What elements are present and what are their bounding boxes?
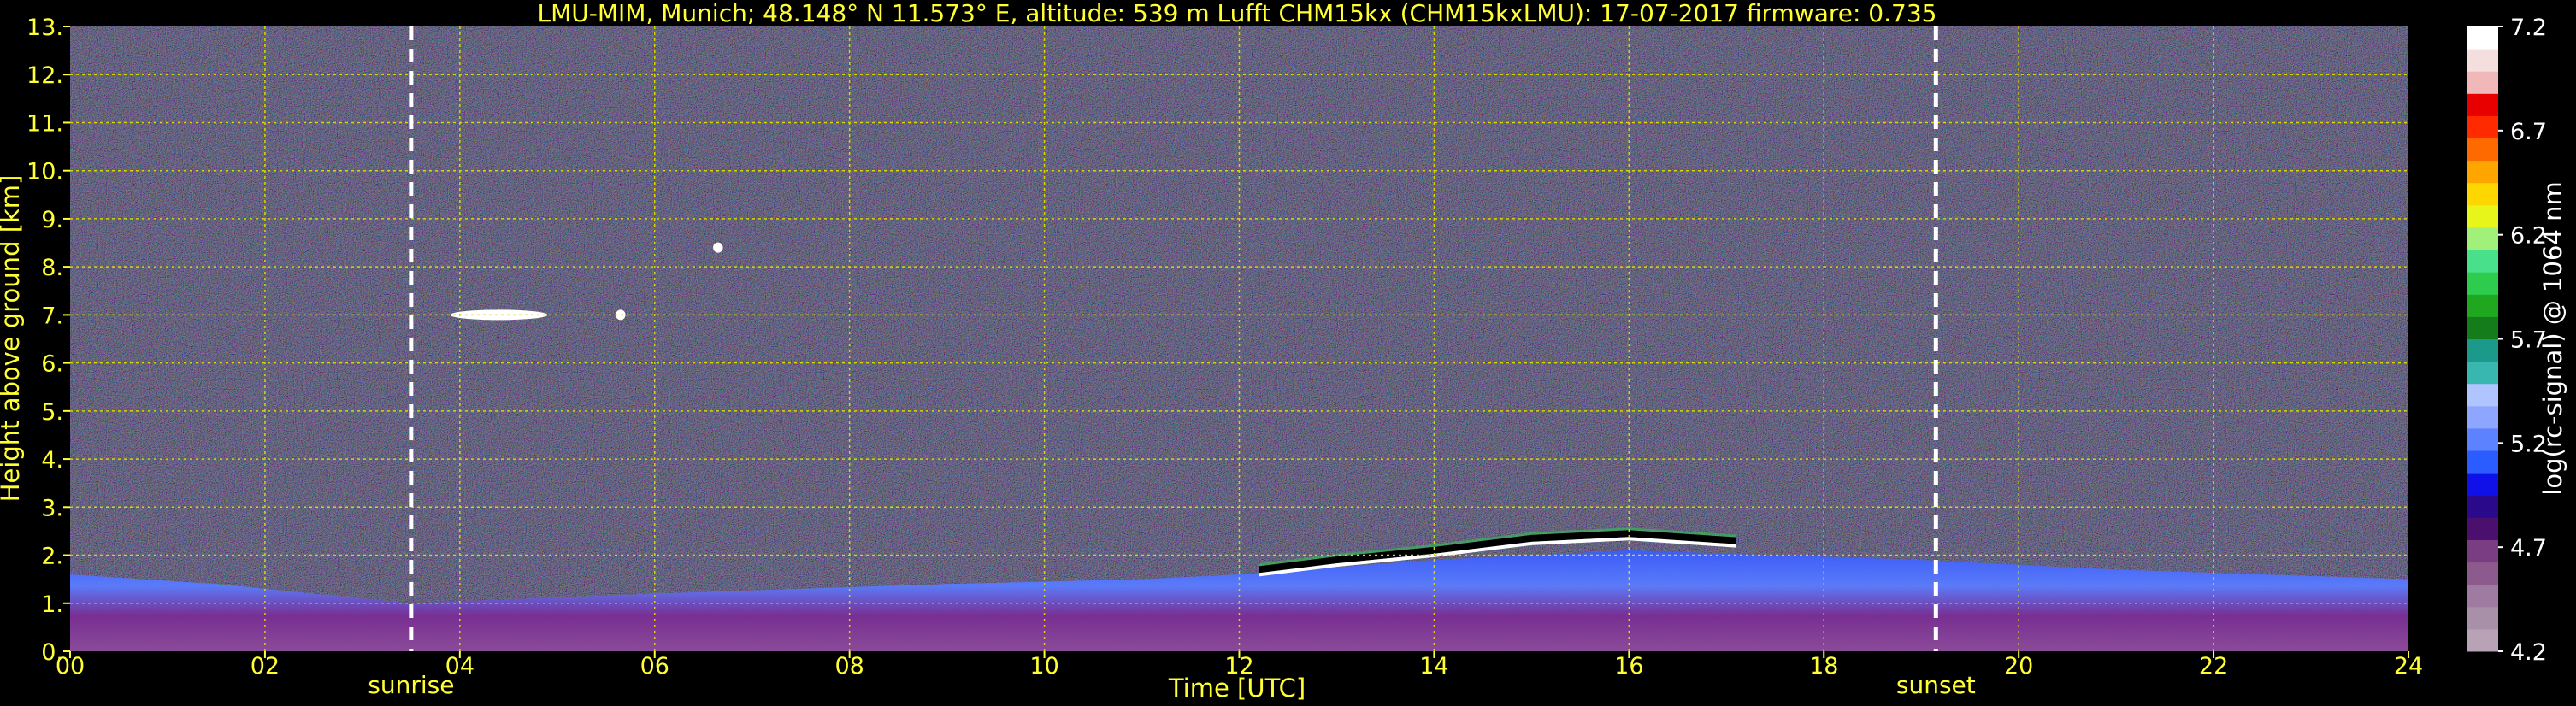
x-tick-label: 24 [2394, 653, 2423, 680]
x-tick-label: 22 [2199, 653, 2228, 680]
colorbar-segment [2467, 316, 2498, 339]
event-label-sunset: sunset [1896, 671, 1976, 699]
x-tick-label: 14 [1419, 653, 1448, 680]
colorbar-segment [2467, 93, 2498, 116]
colorbar-segment [2467, 204, 2498, 228]
x-tick-label: 08 [834, 653, 864, 680]
x-axis-label: Time [UTC] [1168, 674, 1306, 703]
y-tick-label: 11. [27, 110, 63, 137]
x-tick-label: 00 [56, 653, 85, 680]
x-tick-label: 16 [1614, 653, 1643, 680]
colorbar-segment [2467, 338, 2498, 362]
y-axis-label: Height above ground [km] [0, 175, 25, 503]
colorbar-segment [2467, 450, 2498, 474]
colorbar-segment [2467, 49, 2498, 72]
colorbar-tick-label: 7.2 [2510, 15, 2547, 41]
y-tick-label: 3. [41, 495, 63, 521]
colorbar-segment [2467, 517, 2498, 540]
colorbar-segment [2467, 272, 2498, 295]
colorbar-segment [2467, 427, 2498, 451]
x-tick-label: 10 [1029, 653, 1058, 680]
colorbar [2467, 26, 2498, 652]
colorbar-segment [2467, 539, 2498, 563]
colorbar-tick-label: 4.7 [2510, 535, 2547, 562]
colorbar-segment [2467, 115, 2498, 139]
y-tick-label: 10. [27, 159, 63, 185]
x-tick-label: 18 [1809, 653, 1838, 680]
y-tick-label: 1. [41, 591, 63, 618]
colorbar-tick-label: 6.7 [2510, 119, 2547, 145]
colorbar-segment [2467, 71, 2498, 94]
y-tick-label: 5. [41, 399, 63, 426]
colorbar-segment [2467, 383, 2498, 407]
y-tick-label: 13. [27, 15, 63, 41]
colorbar-segment [2467, 160, 2498, 184]
colorbar-segment [2467, 182, 2498, 206]
colorbar-segment [2467, 628, 2498, 652]
colorbar-segment [2467, 294, 2498, 317]
colorbar-segment [2467, 405, 2498, 429]
colorbar-segment [2467, 584, 2498, 608]
y-tick-label: 9. [41, 207, 63, 233]
colorbar-segment [2467, 138, 2498, 162]
y-tick-label: 6. [41, 351, 63, 378]
y-tick-label: 7. [41, 303, 63, 329]
cirrus-patch [713, 242, 723, 253]
y-axis: 0.1.2.3.4.5.6.7.8.9.10.11.12.13. [27, 15, 70, 666]
colorbar-segment [2467, 26, 2498, 50]
plot-area [70, 26, 2408, 651]
colorbar-segment [2467, 473, 2498, 496]
y-tick-label: 8. [41, 255, 63, 281]
colorbar-tick-label: 4.2 [2510, 639, 2547, 666]
colorbar-segment [2467, 562, 2498, 585]
colorbar-segment [2467, 227, 2498, 250]
colorbar-segment [2467, 495, 2498, 518]
colorbar-label: log(rc-signal) @ 1064 nm [2538, 181, 2567, 495]
x-tick-label: 20 [2004, 653, 2033, 680]
ceilometer-chart: LMU-MIM, Munich; 48.148° N 11.573° E, al… [0, 0, 2567, 703]
x-tick-label: 02 [251, 653, 280, 680]
colorbar-segment [2467, 606, 2498, 630]
colorbar-segment [2467, 250, 2498, 273]
y-tick-label: 2. [41, 544, 63, 570]
y-tick-label: 12. [27, 62, 63, 89]
chart-title: LMU-MIM, Munich; 48.148° N 11.573° E, al… [538, 0, 1937, 27]
x-tick-label: 06 [640, 653, 669, 680]
event-label-sunrise: sunrise [368, 671, 454, 699]
y-tick-label: 4. [41, 447, 63, 474]
colorbar-segment [2467, 361, 2498, 385]
